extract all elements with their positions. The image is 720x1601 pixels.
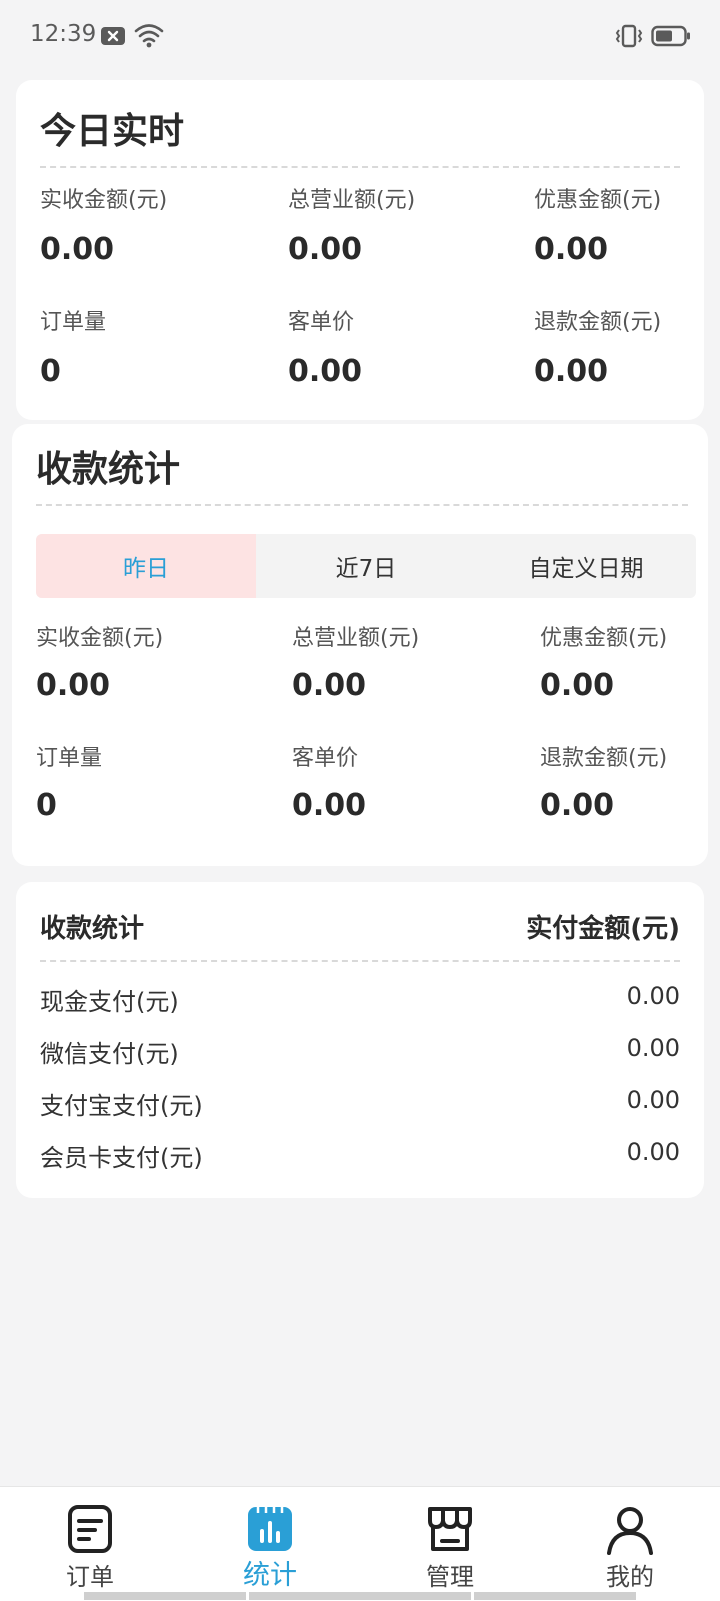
payment-method: 支付宝支付(元) (40, 1092, 203, 1120)
gesture-bar (474, 1592, 636, 1600)
stat-value: 0.00 (292, 788, 367, 823)
payment-row: 现金支付(元) 0.00 (40, 982, 680, 1022)
stat-value: 0.00 (40, 232, 115, 267)
stats-icon (244, 1503, 296, 1555)
nav-label: 统计 (243, 1560, 297, 1591)
status-bar: 12:39 (0, 0, 720, 72)
realtime-card: 今日实时 实收金额(元) 0.00 总营业额(元) 0.00 优惠金额(元) 0… (16, 80, 704, 420)
stat-value: 0.00 (540, 668, 615, 703)
bottom-nav: 订单 统计 管理 我的 (0, 1486, 720, 1601)
nav-label: 管理 (426, 1563, 474, 1591)
payment-amount: 0.00 (626, 1034, 680, 1062)
payment-row: 微信支付(元) 0.00 (40, 1034, 680, 1074)
payment-method: 现金支付(元) (40, 988, 179, 1016)
divider (40, 960, 680, 962)
nav-label: 订单 (66, 1563, 114, 1591)
collection-card: 收款统计 昨日 近7日 自定义日期 实收金额(元) 0.00 总营业额(元) 0… (12, 424, 708, 866)
payment-row: 支付宝支付(元) 0.00 (40, 1086, 680, 1126)
stat-label: 退款金额(元) (540, 746, 668, 771)
nav-item-orders[interactable]: 订单 (30, 1487, 150, 1601)
stat-value: 0.00 (36, 668, 111, 703)
vibrate-icon (614, 24, 644, 52)
stat-label: 优惠金额(元) (540, 626, 668, 651)
nav-item-profile[interactable]: 我的 (570, 1487, 690, 1601)
tab-last-7-days[interactable]: 近7日 (256, 534, 476, 598)
stat-label: 订单量 (36, 746, 103, 771)
tab-yesterday[interactable]: 昨日 (36, 534, 256, 598)
stat-value: 0.00 (292, 668, 367, 703)
payment-card: 收款统计 实付金额(元) 现金支付(元) 0.00 微信支付(元) 0.00 支… (16, 882, 704, 1198)
tab-custom-date[interactable]: 自定义日期 (476, 534, 696, 598)
stat-value: 0.00 (534, 354, 609, 389)
user-icon (604, 1503, 656, 1555)
stat-label: 退款金额(元) (534, 310, 662, 335)
stat-label: 总营业额(元) (288, 188, 416, 213)
payment-row: 会员卡支付(元) 0.00 (40, 1138, 680, 1178)
stat-label: 实收金额(元) (40, 188, 168, 213)
payment-amount: 0.00 (626, 982, 680, 1010)
payment-method: 微信支付(元) (40, 1040, 179, 1068)
stat-label: 优惠金额(元) (534, 188, 662, 213)
gesture-bar (249, 1592, 471, 1600)
payment-amount: 0.00 (626, 1086, 680, 1114)
stat-label: 客单价 (288, 310, 355, 335)
amount-header: 实付金额(元) (526, 914, 680, 944)
nav-label: 我的 (606, 1563, 654, 1591)
gesture-bar (84, 1592, 246, 1600)
stat-value: 0.00 (540, 788, 615, 823)
status-time: 12:39 (30, 21, 97, 47)
stat-label: 客单价 (292, 746, 359, 771)
battery-icon (651, 25, 691, 51)
date-range-tabs: 昨日 近7日 自定义日期 (36, 534, 696, 598)
stat-label: 订单量 (40, 310, 107, 335)
store-icon (424, 1503, 476, 1555)
stat-value: 0 (40, 354, 61, 389)
order-icon (64, 1503, 116, 1555)
notification-icon (100, 26, 126, 50)
wifi-icon (134, 22, 164, 52)
stat-value: 0.00 (288, 354, 363, 389)
payment-method: 会员卡支付(元) (40, 1144, 203, 1172)
payment-title: 收款统计 (40, 914, 145, 944)
stat-value: 0.00 (534, 232, 609, 267)
nav-item-stats[interactable]: 统计 (210, 1487, 330, 1601)
divider (36, 504, 688, 506)
collection-title: 收款统计 (36, 449, 181, 490)
stat-value: 0 (36, 788, 57, 823)
stat-label: 实收金额(元) (36, 626, 164, 651)
realtime-title: 今日实时 (40, 111, 185, 152)
divider (40, 166, 680, 168)
payment-amount: 0.00 (626, 1138, 680, 1166)
stat-label: 总营业额(元) (292, 626, 420, 651)
stat-value: 0.00 (288, 232, 363, 267)
nav-item-manage[interactable]: 管理 (390, 1487, 510, 1601)
